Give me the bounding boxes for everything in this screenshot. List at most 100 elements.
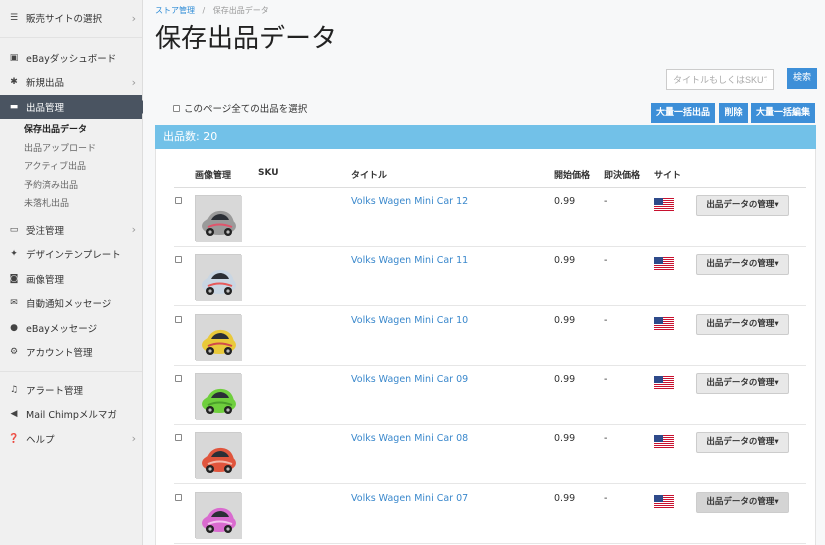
- sidebar-item-label: ヘルプ: [26, 434, 55, 446]
- us-flag-icon: [654, 495, 674, 508]
- column-site: サイト: [654, 171, 682, 181]
- asterisk-icon: ✱: [10, 77, 18, 88]
- sidebar-item-ebay-messages[interactable]: ● eBayメッセージ: [0, 316, 142, 341]
- listing-title-link[interactable]: Volks Wagen Mini Car 07: [351, 493, 468, 504]
- listing-title-link[interactable]: Volks Wagen Mini Car 10: [351, 315, 468, 326]
- listing-title-link[interactable]: Volks Wagen Mini Car 09: [351, 374, 468, 385]
- sidebar-item-dashboard[interactable]: ▣ eBayダッシュボード: [0, 46, 142, 71]
- sidebar-item-label: Mail Chimpメルマガ: [26, 410, 117, 422]
- buy-now-price: -: [604, 493, 608, 504]
- buy-now-price: -: [604, 374, 608, 385]
- manage-listing-dropdown[interactable]: 出品データの管理▾: [696, 195, 789, 216]
- start-price: 0.99: [554, 433, 576, 444]
- breadcrumb: ストア管理 / 保存出品データ: [155, 5, 269, 16]
- car-thumbnail[interactable]: [195, 432, 242, 479]
- bulk-listing-button[interactable]: 大量一括出品: [651, 103, 715, 123]
- car-thumbnail-image: [196, 315, 242, 361]
- buy-now-price: -: [604, 315, 608, 326]
- us-flag-icon: [654, 435, 674, 448]
- chevron-right-icon: ›: [131, 75, 136, 89]
- column-start-price: 開始価格: [554, 171, 591, 181]
- sidebar-item-site-select[interactable]: ☰ 販売サイトの選択 ›: [0, 6, 142, 31]
- cogs-icon: ⚙: [9, 347, 19, 358]
- main-content: ストア管理 / 保存出品データ 保存出品データ 検索 このページ全ての出品を選択…: [143, 0, 825, 545]
- manage-listing-dropdown[interactable]: 出品データの管理▾: [696, 254, 789, 275]
- table-row: Volks Wagen Mini Car 10 0.99 - 出品データの管理▾: [174, 307, 806, 366]
- start-price: 0.99: [554, 196, 576, 207]
- column-sku: SKU: [258, 168, 279, 178]
- manage-listing-dropdown[interactable]: 出品データの管理▾: [696, 314, 789, 335]
- car-thumbnail-image: [196, 255, 242, 301]
- column-title: タイトル: [351, 171, 388, 181]
- sidebar-item-mailchimp[interactable]: ◀ Mail Chimpメルマガ: [0, 402, 142, 427]
- sidebar-item-alerts[interactable]: ♫ アラート管理: [0, 378, 142, 403]
- column-image: 画像管理: [195, 171, 232, 181]
- column-buy-now-price: 即決価格: [604, 171, 641, 181]
- search-button[interactable]: 検索: [787, 68, 817, 89]
- breadcrumb-store-link[interactable]: ストア管理: [155, 6, 195, 15]
- car-thumbnail[interactable]: [195, 254, 242, 301]
- envelope-icon: ✉: [10, 298, 18, 309]
- sidebar-item-label: 新規出品: [26, 78, 65, 90]
- row-checkbox[interactable]: [175, 494, 182, 501]
- sidebar-item-label: アラート管理: [26, 385, 84, 397]
- sidebar-item-label: 画像管理: [26, 274, 65, 286]
- row-checkbox[interactable]: [175, 434, 182, 441]
- sidebar-item-auto-messages[interactable]: ✉ 自動通知メッセージ: [0, 291, 142, 316]
- manage-listing-dropdown[interactable]: 出品データの管理▾: [696, 373, 789, 394]
- row-checkbox[interactable]: [175, 256, 182, 263]
- sidebar-item-label: デザインテンプレート: [26, 250, 121, 262]
- start-price: 0.99: [554, 374, 576, 385]
- listing-title-link[interactable]: Volks Wagen Mini Car 12: [351, 196, 468, 207]
- bell-icon: ♫: [9, 384, 19, 395]
- start-price: 0.99: [554, 255, 576, 266]
- submenu-unsold-listings[interactable]: 未落札出品: [0, 195, 142, 214]
- row-checkbox[interactable]: [175, 197, 182, 204]
- car-thumbnail[interactable]: [195, 492, 242, 539]
- manage-listing-dropdown[interactable]: 出品データの管理▾: [696, 492, 789, 513]
- inbox-icon: ▭: [9, 224, 19, 235]
- sidebar-item-image-management[interactable]: ◙ 画像管理: [0, 267, 142, 292]
- sidebar-item-design-template[interactable]: ✦ デザインテンプレート: [0, 242, 142, 267]
- folder-icon: ▬: [9, 101, 19, 112]
- submenu-listing-upload[interactable]: 出品アップロード: [0, 140, 142, 159]
- row-checkbox[interactable]: [175, 375, 182, 382]
- table-row: Volks Wagen Mini Car 07 0.99 - 出品データの管理▾: [174, 485, 806, 544]
- listing-title-link[interactable]: Volks Wagen Mini Car 11: [351, 255, 468, 266]
- start-price: 0.99: [554, 315, 576, 326]
- sidebar-item-label: 出品管理: [26, 102, 65, 114]
- chevron-right-icon: ›: [131, 11, 136, 25]
- sidebar-item-label: 自動通知メッセージ: [26, 299, 112, 311]
- breadcrumb-current: 保存出品データ: [212, 6, 269, 15]
- listing-title-link[interactable]: Volks Wagen Mini Car 08: [351, 433, 468, 444]
- sidebar-item-help[interactable]: ❓ ヘルプ ›: [0, 427, 142, 452]
- submenu-active-listings[interactable]: アクティブ出品: [0, 158, 142, 177]
- sidebar-item-label: 受注管理: [26, 225, 65, 237]
- table-row: Volks Wagen Mini Car 09 0.99 - 出品データの管理▾: [174, 366, 806, 425]
- sidebar-item-listing-management[interactable]: ▬ 出品管理: [0, 94, 149, 119]
- delete-button[interactable]: 削除: [719, 103, 748, 123]
- us-flag-icon: [654, 257, 674, 270]
- submenu-saved-listings[interactable]: 保存出品データ: [0, 121, 142, 140]
- sidebar-item-orders[interactable]: ▭ 受注管理 ›: [0, 218, 142, 243]
- car-thumbnail-image: [196, 196, 242, 242]
- breadcrumb-separator: /: [202, 6, 206, 15]
- search-input[interactable]: [666, 69, 774, 90]
- car-thumbnail-image: [196, 493, 242, 539]
- row-checkbox[interactable]: [175, 316, 182, 323]
- select-all[interactable]: このページ全ての出品を選択: [173, 101, 307, 115]
- sidebar-item-account[interactable]: ⚙ アカウント管理: [0, 340, 142, 365]
- car-thumbnail[interactable]: [195, 373, 242, 420]
- car-thumbnail[interactable]: [195, 195, 242, 242]
- select-all-checkbox[interactable]: [173, 104, 180, 112]
- car-thumbnail[interactable]: [195, 314, 242, 361]
- submenu-scheduled-listings[interactable]: 予約済み出品: [0, 177, 142, 196]
- table-row: Volks Wagen Mini Car 12 0.99 - 出品データの管理▾: [174, 188, 806, 247]
- manage-listing-dropdown[interactable]: 出品データの管理▾: [696, 432, 789, 453]
- sidebar-item-label: アカウント管理: [26, 348, 93, 360]
- bulk-edit-button[interactable]: 大量一括編集: [751, 103, 815, 123]
- sidebar-item-label: 販売サイトの選択: [26, 14, 103, 26]
- select-all-label: このページ全ての出品を選択: [184, 104, 308, 115]
- sidebar-item-new-listing[interactable]: ✱ 新規出品 ›: [0, 70, 142, 95]
- menu-icon: ☰: [9, 13, 19, 24]
